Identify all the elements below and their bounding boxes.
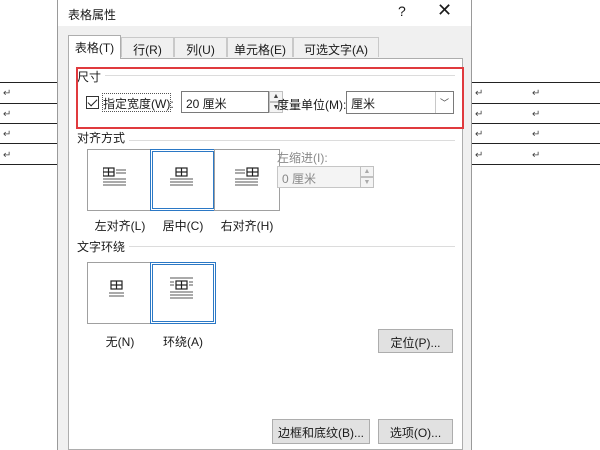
wrap-around-caption: 环绕(A) xyxy=(163,335,203,349)
cell-end-mark: ↵ xyxy=(532,88,541,99)
tab-column[interactable]: 列(U) xyxy=(174,37,227,57)
indent-label: 左缩进(I): xyxy=(277,151,328,165)
cell-end-mark: ↵ xyxy=(475,129,484,140)
wrap-around-icon xyxy=(170,277,193,299)
size-highlight-box xyxy=(76,67,464,129)
wrap-none-icon xyxy=(109,280,124,297)
cell-end-mark: ↵ xyxy=(3,88,12,99)
cell-end-mark: ↵ xyxy=(3,150,12,161)
close-button[interactable]: ✕ xyxy=(437,0,452,21)
cell-end-mark: ↵ xyxy=(532,150,541,161)
align-right-caption: 右对齐(H) xyxy=(220,219,274,233)
dialog-titlebar[interactable]: 表格属性 ? ✕ xyxy=(58,0,471,26)
tab-cell[interactable]: 单元格(E) xyxy=(227,37,293,57)
options-button[interactable]: 选项(O)... xyxy=(378,419,453,444)
positioning-button[interactable]: 定位(P)... xyxy=(378,329,453,353)
tab-alt-text[interactable]: 可选文字(A) xyxy=(293,37,379,57)
wrapping-section-label: 文字环绕 xyxy=(77,238,130,255)
align-left-option[interactable] xyxy=(87,149,153,211)
cell-end-mark: ↵ xyxy=(3,109,12,120)
borders-shading-button[interactable]: 边框和底纹(B)... xyxy=(272,419,370,444)
cell-end-mark: ↵ xyxy=(475,109,484,120)
align-left-icon xyxy=(103,167,126,186)
tab-table[interactable]: 表格(T) xyxy=(68,35,121,59)
tab-page-table: 尺寸 指定宽度(W): 20 厘米 ▲ ▼ 度量单位(M): 厘米 ﹀ 对齐方式 xyxy=(68,58,464,450)
cell-end-mark: ↵ xyxy=(475,150,484,161)
align-center-icon xyxy=(170,167,193,186)
wrap-none-option[interactable] xyxy=(87,262,153,324)
table-properties-dialog: 表格属性 ? ✕ 表格(T) 行(R) 列(U) 单元格(E) 可选文字(A) … xyxy=(57,0,472,450)
help-button[interactable]: ? xyxy=(398,3,406,19)
cell-end-mark: ↵ xyxy=(3,129,12,140)
wrap-around-option[interactable] xyxy=(150,262,216,324)
section-divider xyxy=(77,246,455,247)
indent-input[interactable]: 0 厘米 xyxy=(277,166,361,188)
align-right-icon xyxy=(235,167,259,186)
cell-end-mark: ↵ xyxy=(532,109,541,120)
section-divider xyxy=(77,140,455,141)
indent-spin-down[interactable]: ▼ xyxy=(360,177,374,188)
indent-spin-up[interactable]: ▲ xyxy=(360,166,374,177)
cell-end-mark: ↵ xyxy=(532,129,541,140)
dialog-title: 表格属性 xyxy=(68,8,117,22)
cell-end-mark: ↵ xyxy=(475,88,484,99)
tab-row[interactable]: 行(R) xyxy=(121,37,174,57)
align-center-option[interactable] xyxy=(150,149,216,211)
alignment-section-label: 对齐方式 xyxy=(77,129,130,146)
align-right-option[interactable] xyxy=(214,149,280,211)
